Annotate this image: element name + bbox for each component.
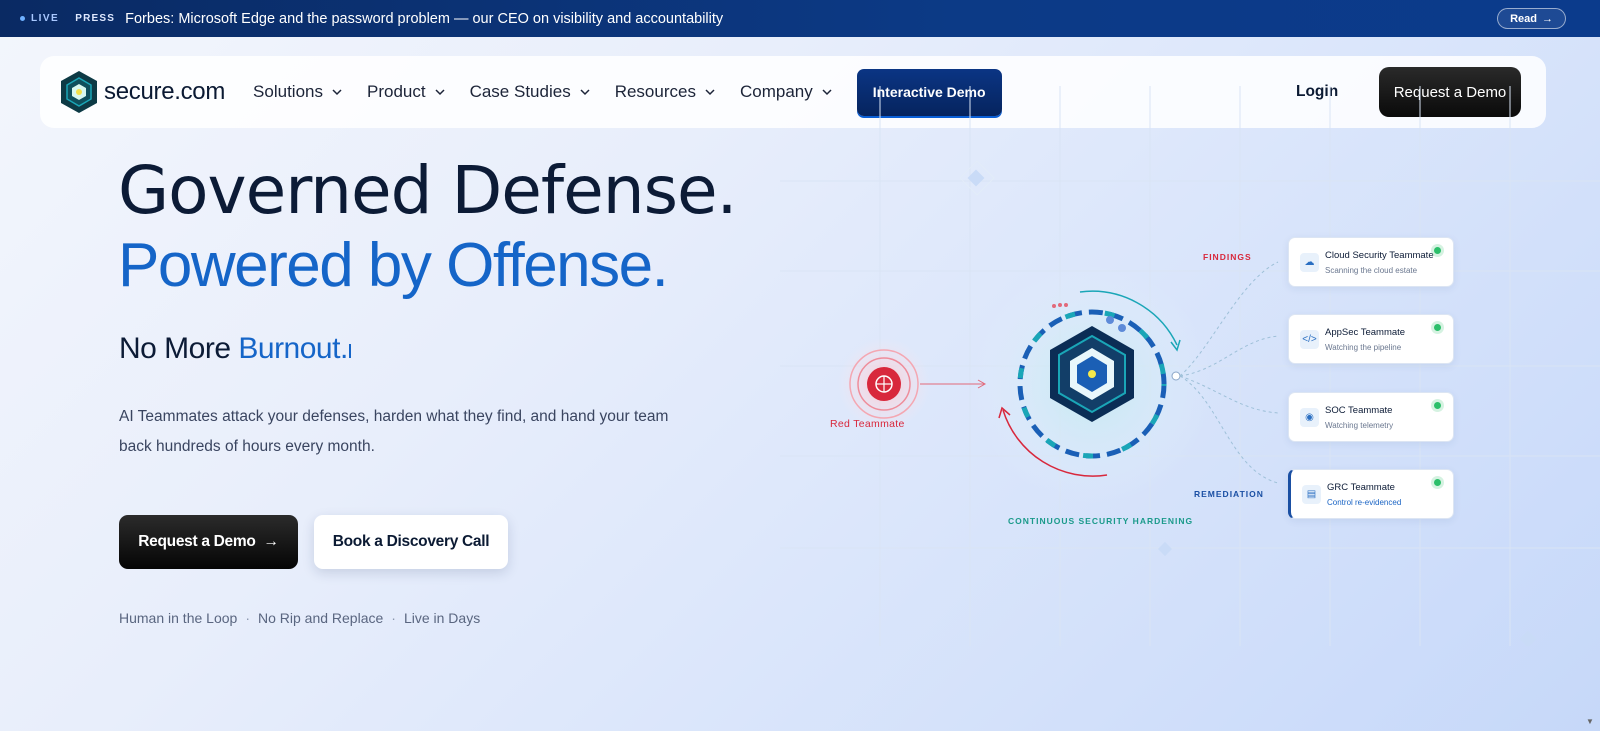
chevron-down-icon: [580, 89, 590, 96]
live-indicator-icon: [20, 16, 25, 21]
card-status: Watching telemetry: [1325, 421, 1394, 430]
hardening-label: CONTINUOUS SECURITY HARDENING: [1008, 516, 1194, 526]
press-bar: LIVE PRESS Forbes: Microsoft Edge and th…: [0, 0, 1600, 37]
nav-item-label: Solutions: [253, 82, 323, 101]
code-icon: </>: [1300, 330, 1319, 349]
typing-caret: [348, 344, 351, 358]
status-online-icon: [1434, 479, 1441, 486]
red-teammate-label: Red Teammate: [830, 418, 905, 430]
tag-item: No Rip and Replace: [257, 610, 384, 626]
nav-item-label: Case Studies: [469, 82, 571, 101]
logo[interactable]: secure.com: [60, 70, 225, 114]
card-title: AppSec Teammate: [1325, 327, 1406, 338]
tag-item: Human in the Loop: [119, 610, 238, 626]
nav-item-product[interactable]: Product: [367, 82, 446, 102]
arrow-right-icon: →: [1542, 12, 1553, 25]
grc-teammate-card[interactable]: ▤ GRC Teammate Control re-evidenced: [1288, 469, 1454, 519]
hero-subheadline: No More Burnout.: [119, 332, 351, 366]
findings-label: FINDINGS: [1203, 252, 1252, 262]
press-tag: PRESS: [75, 13, 116, 24]
card-status: Watching the pipeline: [1325, 343, 1402, 352]
read-label: Read: [1510, 12, 1537, 25]
card-status: Scanning the cloud estate: [1325, 266, 1418, 275]
live-label: LIVE: [31, 13, 60, 24]
remediation-label: REMEDIATION: [1194, 489, 1264, 499]
nav-item-resources[interactable]: Resources: [615, 82, 716, 102]
read-button[interactable]: Read →: [1497, 8, 1566, 29]
subheadline-accent: Burnout.: [238, 332, 348, 365]
press-headline[interactable]: Forbes: Microsoft Edge and the password …: [125, 11, 723, 27]
card-status: Control re-evidenced: [1327, 498, 1402, 507]
arrow-right-icon: →: [263, 533, 280, 550]
soc-teammate-card[interactable]: ◉ SOC Teammate Watching telemetry: [1288, 392, 1454, 442]
nav-item-case-studies[interactable]: Case Studies: [470, 82, 591, 102]
hero-tags: Human in the Loop · No Rip and Replace ·…: [119, 610, 480, 626]
chevron-down-icon: [435, 89, 445, 96]
chevron-down-icon: [332, 89, 342, 96]
radar-icon: ◉: [1300, 408, 1319, 427]
diagram-graphic: [838, 261, 1279, 504]
nav-item-label: Product: [366, 82, 426, 101]
card-title: SOC Teammate: [1325, 405, 1393, 416]
status-online-icon: [1434, 402, 1441, 409]
tag-item: Live in Days: [403, 610, 481, 626]
logo-hexagon-icon: [61, 71, 97, 113]
card-title: Cloud Security Teammate: [1325, 250, 1434, 261]
logo-text: secure.com: [104, 78, 226, 105]
hero-description: AI Teammates attack your defenses, harde…: [119, 408, 669, 455]
document-icon: ▤: [1302, 485, 1321, 504]
hero-headline-line1: Governed Defense.: [118, 152, 738, 229]
tag-separator: ·: [391, 610, 396, 626]
tag-separator: ·: [245, 610, 250, 626]
book-discovery-call-button[interactable]: Book a Discovery Call: [314, 515, 508, 569]
cta-primary-label: Request a Demo: [138, 533, 256, 550]
card-title: GRC Teammate: [1327, 482, 1395, 493]
subheadline-prefix: No More: [119, 332, 239, 365]
status-online-icon: [1434, 247, 1441, 254]
appsec-teammate-card[interactable]: </> AppSec Teammate Watching the pipelin…: [1288, 314, 1454, 364]
scroll-down-icon[interactable]: ▼: [1586, 717, 1596, 727]
teammates-diagram: Red Teammate FINDINGS REMEDIATION CONTIN…: [780, 130, 1600, 670]
cloud-icon: ☁: [1300, 253, 1319, 272]
status-online-icon: [1434, 324, 1441, 331]
nav-item-solutions[interactable]: Solutions: [253, 82, 343, 102]
hero-headline-line2: Powered by Offense.: [118, 231, 669, 300]
chevron-down-icon: [705, 89, 715, 96]
cloud-security-teammate-card[interactable]: ☁ Cloud Security Teammate Scanning the c…: [1288, 237, 1454, 287]
request-demo-button[interactable]: Request a Demo →: [119, 515, 298, 569]
nav-item-label: Resources: [614, 82, 696, 101]
